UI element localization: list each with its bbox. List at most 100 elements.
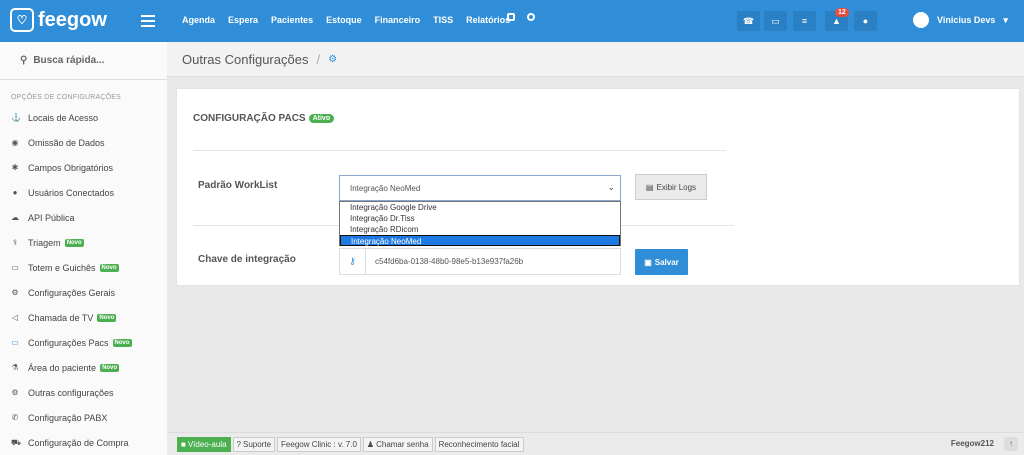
sidebar-item-label: Configurações Gerais: [28, 287, 116, 298]
laptop-icon: ▭: [11, 263, 19, 272]
sidebar-item-label: Campos Obrigatórios: [28, 162, 114, 173]
sidebar-item-configuracao-pabx[interactable]: ✆ Configuração PABX: [0, 405, 167, 430]
sidebar-item-label: Triagem: [28, 237, 61, 248]
nav-financeiro[interactable]: Financeiro: [375, 15, 421, 25]
list-button[interactable]: ≡: [793, 11, 816, 31]
search-icon: ⚲: [20, 55, 28, 66]
settings-icon[interactable]: [527, 13, 535, 21]
sidebar-item-label: Configuração PABX: [28, 412, 108, 423]
new-badge: Novo: [99, 263, 119, 272]
call-ticket-button[interactable]: ♟ Chamar senha: [362, 436, 433, 452]
inbox-button[interactable]: ▭: [764, 11, 787, 31]
worklist-option[interactable]: Integração RDicom: [340, 224, 620, 235]
cogs-icon: ⚙: [328, 53, 338, 65]
show-logs-button[interactable]: ▤ Exibir Logs: [635, 174, 707, 200]
support-button[interactable]: ? Suporte: [232, 436, 276, 452]
call-ticket-label: Chamar senha: [376, 439, 429, 449]
worklist-select[interactable]: Integração NeoMed ⌄: [339, 175, 621, 201]
worklist-dropdown: Integração Google Drive Integração Dr.Ti…: [339, 201, 621, 246]
sidebar-item-api-publica[interactable]: ☁ API Pública: [0, 205, 167, 230]
cogs-icon: ⚙: [11, 288, 19, 297]
new-badge: Novo: [112, 338, 132, 347]
bullhorn-icon: ◁: [11, 313, 19, 322]
worklist-option[interactable]: Integração Google Drive: [340, 202, 620, 213]
integration-key-value: c54fd6ba-0138-48b0-98e5-b13e937fa26b: [375, 257, 524, 266]
top-bar: ♡ feegow Agenda Espera Pacientes Estoque…: [0, 0, 1024, 42]
sidebar-section-title: OPÇÕES DE CONFIGURAÇÕES: [11, 94, 122, 101]
new-badge: Novo: [64, 238, 84, 247]
quick-search-label: Busca rápida...: [33, 55, 105, 66]
status-badge: Ativo: [308, 114, 335, 123]
user-name: Vinicius Devs: [937, 15, 996, 25]
worklist-option[interactable]: Integração Dr.Tiss: [340, 213, 620, 224]
cart-icon: ⛟: [11, 437, 22, 447]
nav-tiss[interactable]: TISS: [433, 15, 453, 25]
sidebar-item-label: Outras configurações: [28, 387, 114, 398]
avatar: [913, 12, 929, 28]
main-nav: Agenda Espera Pacientes Estoque Financei…: [182, 15, 523, 25]
sidebar-item-locais-acesso[interactable]: ⚓ Locais de Acesso: [0, 105, 167, 130]
video-icon: ■: [181, 439, 186, 449]
nav-agenda[interactable]: Agenda: [182, 15, 215, 25]
new-badge: Novo: [100, 363, 120, 372]
sidebar-item-usuarios-conectados[interactable]: ● Usuários Conectados: [0, 180, 167, 205]
sidebar-item-omissao-dados[interactable]: ◉ Omissão de Dados: [0, 130, 167, 155]
sidebar-item-outras-configuracoes[interactable]: ⚙ Outras configurações: [0, 380, 167, 405]
sidebar-item-area-paciente[interactable]: ⚗ Área do paciente Novo: [0, 355, 167, 380]
database-icon[interactable]: [507, 13, 515, 21]
sidebar-item-triagem[interactable]: ⚕ Triagem Novo: [0, 230, 167, 255]
asterisk-icon: ✱: [11, 163, 19, 172]
quick-search[interactable]: ⚲ Busca rápida...: [0, 42, 167, 80]
breadcrumb: Outras Configurações / ⚙: [167, 42, 1024, 77]
sidebar-item-label: Locais de Acesso: [28, 112, 99, 123]
worklist-option-selected[interactable]: Integração NeoMed: [340, 235, 620, 246]
divider: [193, 150, 726, 151]
panel-title-text: CONFIGURAÇÃO PACS: [193, 113, 306, 124]
footer-username: Feegow212: [950, 439, 994, 448]
sidebar-item-totem-guiches[interactable]: ▭ Totem e Guichês Novo: [0, 255, 167, 280]
sidebar: ⚲ Busca rápida... OPÇÕES DE CONFIGURAÇÕE…: [0, 42, 167, 455]
file-icon: ▤: [645, 182, 654, 192]
question-icon: ?: [236, 439, 241, 449]
user-menu[interactable]: Vinicius Devs ▾: [913, 12, 1008, 28]
cogs-icon: ⚙: [11, 388, 19, 397]
version-label: Feegow Clinic : v. 7.0: [277, 436, 361, 452]
version-text: Feegow Clinic : v. 7.0: [281, 439, 357, 449]
menu-toggle-icon[interactable]: [141, 11, 155, 31]
integration-key-field[interactable]: ⚷ c54fd6ba-0138-48b0-98e5-b13e937fa26b: [339, 248, 621, 275]
floppy-icon: ▣: [644, 257, 652, 267]
notification-count-badge: 12: [835, 8, 849, 17]
nav-pacientes[interactable]: Pacientes: [271, 15, 313, 25]
footer-bar: ■ Vídeo-aula ? Suporte Feegow Clinic : v. …: [167, 432, 1024, 455]
sidebar-item-label: Totem e Guichês: [28, 262, 96, 273]
sidebar-item-chamada-tv[interactable]: ◁ Chamada de TV Novo: [0, 305, 167, 330]
facial-recognition-button[interactable]: Reconhecimento facial: [434, 436, 524, 452]
anchor-icon: ⚓: [11, 113, 21, 122]
heartbeat-icon: ♡: [10, 8, 34, 32]
worklist-selected-value: Integração NeoMed: [350, 183, 421, 193]
nav-espera[interactable]: Espera: [228, 15, 258, 25]
laptop-icon: ▭: [11, 338, 19, 347]
feegow-logo[interactable]: ♡ feegow: [10, 8, 107, 32]
sidebar-item-configuracao-compra[interactable]: ⛟ Configuração de Compra: [0, 430, 167, 455]
worklist-label: Padrão WorkList: [198, 180, 278, 191]
sidebar-item-label: Configurações Pacs: [28, 337, 109, 348]
save-button[interactable]: ▣ Salvar: [635, 249, 688, 275]
nav-estoque[interactable]: Estoque: [326, 15, 362, 25]
chat-button[interactable]: ●: [854, 11, 877, 31]
integration-key-label: Chave de integração: [198, 254, 296, 265]
video-lesson-button[interactable]: ■ Vídeo-aula: [177, 436, 231, 452]
scroll-top-icon[interactable]: ↑: [1004, 437, 1018, 451]
phone-button[interactable]: ☎: [737, 11, 760, 31]
sidebar-item-configuracoes-pacs[interactable]: ▭ Configurações Pacs Novo: [0, 330, 167, 355]
nav-relatorios[interactable]: Relatórios: [466, 15, 510, 25]
sidebar-item-configuracoes-gerais[interactable]: ⚙ Configurações Gerais: [0, 280, 167, 305]
flask-icon: ⚗: [11, 363, 19, 372]
chevron-down-icon: ⌄: [607, 182, 615, 192]
phone-icon: ✆: [11, 413, 19, 422]
sidebar-item-label: Usuários Conectados: [28, 187, 115, 198]
sidebar-item-label: API Pública: [28, 212, 75, 223]
save-label: Salvar: [654, 257, 679, 267]
sidebar-item-campos-obrigatorios[interactable]: ✱ Campos Obrigatórios: [0, 155, 167, 180]
facial-recognition-label: Reconhecimento facial: [438, 439, 520, 449]
